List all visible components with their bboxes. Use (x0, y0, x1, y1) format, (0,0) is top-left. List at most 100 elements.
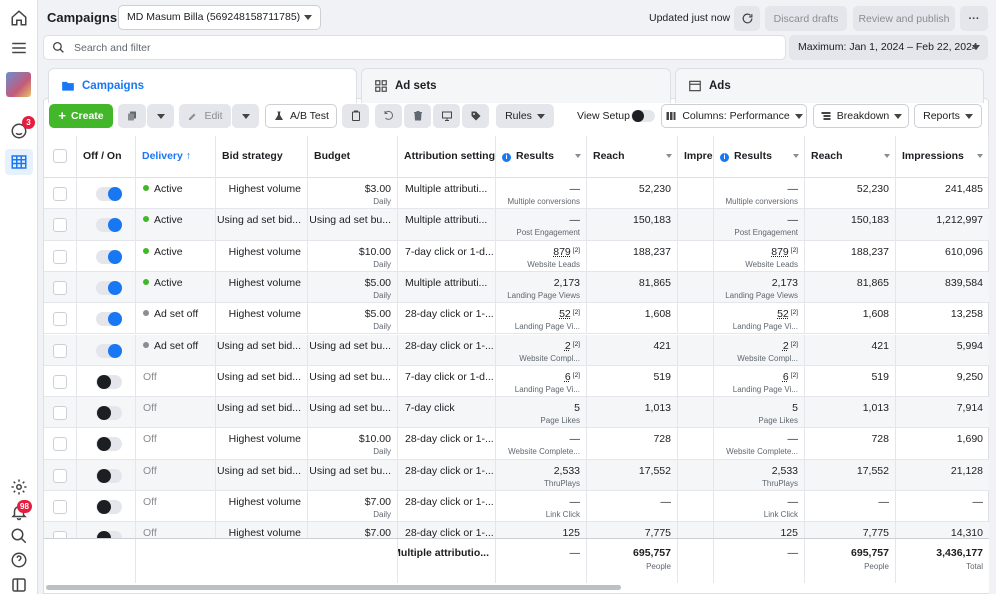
table-row[interactable]: Ad set off Using ad set bid... Using ad se… (44, 334, 989, 366)
results-value[interactable]: 5 (792, 402, 798, 414)
reports-button[interactable]: Reports (914, 104, 982, 128)
panel-toggle-icon[interactable] (9, 575, 29, 594)
results-value[interactable]: — (570, 496, 581, 508)
tab-ad-sets[interactable]: Ad sets (361, 68, 671, 103)
results-value[interactable]: 2,533 (772, 465, 798, 477)
campaign-on-off-toggle[interactable] (96, 437, 122, 452)
results-value[interactable]: — (788, 214, 799, 226)
table-row[interactable]: Off Highest volume $7.00 Daily 28-day click … (44, 491, 989, 523)
undo-button[interactable] (375, 104, 402, 128)
table-row[interactable]: Off Using ad set bid... Using ad set bu...… (44, 459, 989, 491)
campaign-on-off-toggle[interactable] (96, 280, 122, 295)
results-value[interactable]: 879 (771, 246, 789, 258)
campaign-on-off-toggle[interactable] (96, 312, 122, 327)
results-value[interactable]: — (570, 433, 581, 445)
search-input[interactable] (74, 40, 774, 56)
campaign-on-off-toggle[interactable] (96, 187, 122, 201)
row-checkbox[interactable] (53, 406, 67, 421)
discard-drafts-button[interactable]: Discard drafts (765, 6, 847, 31)
campaign-on-off-toggle[interactable] (96, 343, 122, 358)
delete-button[interactable] (404, 104, 431, 128)
results-value[interactable]: — (570, 183, 581, 195)
results-value[interactable]: — (788, 496, 799, 508)
results-value[interactable]: 2 (783, 340, 789, 352)
row-checkbox[interactable] (53, 468, 67, 483)
more-options-button[interactable]: ··· (960, 6, 988, 31)
campaign-on-off-toggle[interactable] (96, 468, 122, 483)
table-row[interactable]: Active Using ad set bid... Using ad set bu… (44, 209, 989, 241)
results-value[interactable]: 2 (565, 340, 571, 352)
account-selector[interactable]: MD Masum Billa (569248158711785) (118, 5, 321, 30)
date-range-picker[interactable]: Maximum: Jan 1, 2024 – Feb 22, 2024 (789, 35, 988, 60)
help-icon[interactable] (9, 550, 29, 570)
results-value[interactable]: — (788, 433, 799, 445)
ab-test-button[interactable]: A/B Test (265, 104, 337, 128)
header-attribution[interactable]: Attribution setting (398, 136, 496, 178)
row-checkbox[interactable] (53, 437, 67, 452)
header-results-2[interactable]: i Results (714, 136, 805, 178)
view-setup-toggle[interactable] (631, 110, 655, 122)
results-value[interactable]: 6 (783, 371, 789, 383)
results-value[interactable]: 879 (553, 246, 571, 258)
table-row[interactable]: Active Highest volume $3.00 Daily Multiple a… (44, 178, 989, 210)
table-row[interactable]: Ad set off Highest volume $5.00 Daily 28-day… (44, 303, 989, 335)
row-checkbox[interactable] (53, 218, 67, 233)
table-row[interactable]: Off Using ad set bid... Using ad set bu...… (44, 365, 989, 398)
rules-button[interactable]: Rules (496, 104, 554, 128)
duplicate-dropdown[interactable] (147, 104, 174, 128)
results-value[interactable]: 52 (777, 308, 789, 320)
campaign-on-off-toggle[interactable] (96, 406, 122, 421)
breakdown-button[interactable]: Breakdown (813, 104, 909, 128)
scrollbar-thumb[interactable] (46, 585, 621, 590)
results-value[interactable]: 5 (574, 402, 580, 414)
edit-dropdown[interactable] (232, 104, 259, 128)
row-checkbox[interactable] (53, 249, 67, 264)
create-button[interactable]: + Create (49, 104, 113, 128)
account-avatar[interactable] (6, 72, 31, 97)
search-icon[interactable] (9, 526, 29, 546)
duplicate-button[interactable] (118, 104, 146, 128)
results-value[interactable]: — (788, 183, 799, 195)
table-row[interactable]: Off Highest volume $10.00 Daily 28-day click… (44, 428, 989, 460)
results-value[interactable]: 2,173 (772, 277, 798, 289)
table-row[interactable]: Active Highest volume $5.00 Daily Multiple a… (44, 271, 989, 304)
campaign-on-off-toggle[interactable] (96, 374, 122, 389)
header-budget[interactable]: Budget (308, 136, 398, 178)
campaign-on-off-toggle[interactable] (96, 249, 122, 264)
review-publish-button[interactable]: Review and publish (853, 6, 955, 31)
columns-button[interactable]: Columns: Performance (661, 104, 807, 128)
tab-campaigns[interactable]: Campaigns (48, 68, 357, 103)
results-value[interactable]: 6 (565, 371, 571, 383)
header-delivery[interactable]: Delivery ↑ (136, 136, 216, 178)
row-checkbox[interactable] (53, 343, 67, 358)
campaign-on-off-toggle[interactable] (96, 500, 122, 514)
header-reach-2[interactable]: Reach (805, 136, 896, 178)
row-checkbox[interactable] (53, 280, 67, 295)
results-value[interactable]: — (570, 214, 581, 226)
results-value[interactable]: 2,173 (554, 277, 580, 289)
tag-button[interactable] (462, 104, 489, 128)
tab-ads[interactable]: Ads (675, 68, 984, 103)
row-checkbox[interactable] (53, 312, 67, 327)
header-impressions[interactable]: Impressions (896, 136, 989, 178)
edit-button[interactable]: Edit (179, 104, 231, 128)
refresh-button[interactable] (734, 6, 760, 31)
table-icon[interactable] (9, 152, 29, 172)
settings-gear-icon[interactable] (9, 477, 29, 497)
row-checkbox[interactable] (53, 374, 67, 389)
row-checkbox[interactable] (53, 500, 67, 514)
header-off-on[interactable]: Off / On (77, 136, 136, 178)
header-reach[interactable]: Reach (587, 136, 678, 178)
results-value[interactable]: 2,533 (554, 465, 580, 477)
preview-button[interactable] (433, 104, 460, 128)
header-impressions-partial[interactable]: Impre (678, 136, 714, 178)
row-checkbox[interactable] (53, 187, 67, 201)
horizontal-scrollbar[interactable] (44, 583, 989, 593)
home-icon[interactable] (9, 8, 29, 28)
select-all-checkbox[interactable] (53, 149, 67, 163)
header-results[interactable]: i Results (496, 136, 587, 178)
campaign-on-off-toggle[interactable] (96, 218, 122, 233)
table-row[interactable]: Active Highest volume $10.00 Daily 7-day cli… (44, 240, 989, 272)
table-row[interactable]: Off Using ad set bid... Using ad set bu...… (44, 397, 989, 429)
results-value[interactable]: 52 (559, 308, 571, 320)
